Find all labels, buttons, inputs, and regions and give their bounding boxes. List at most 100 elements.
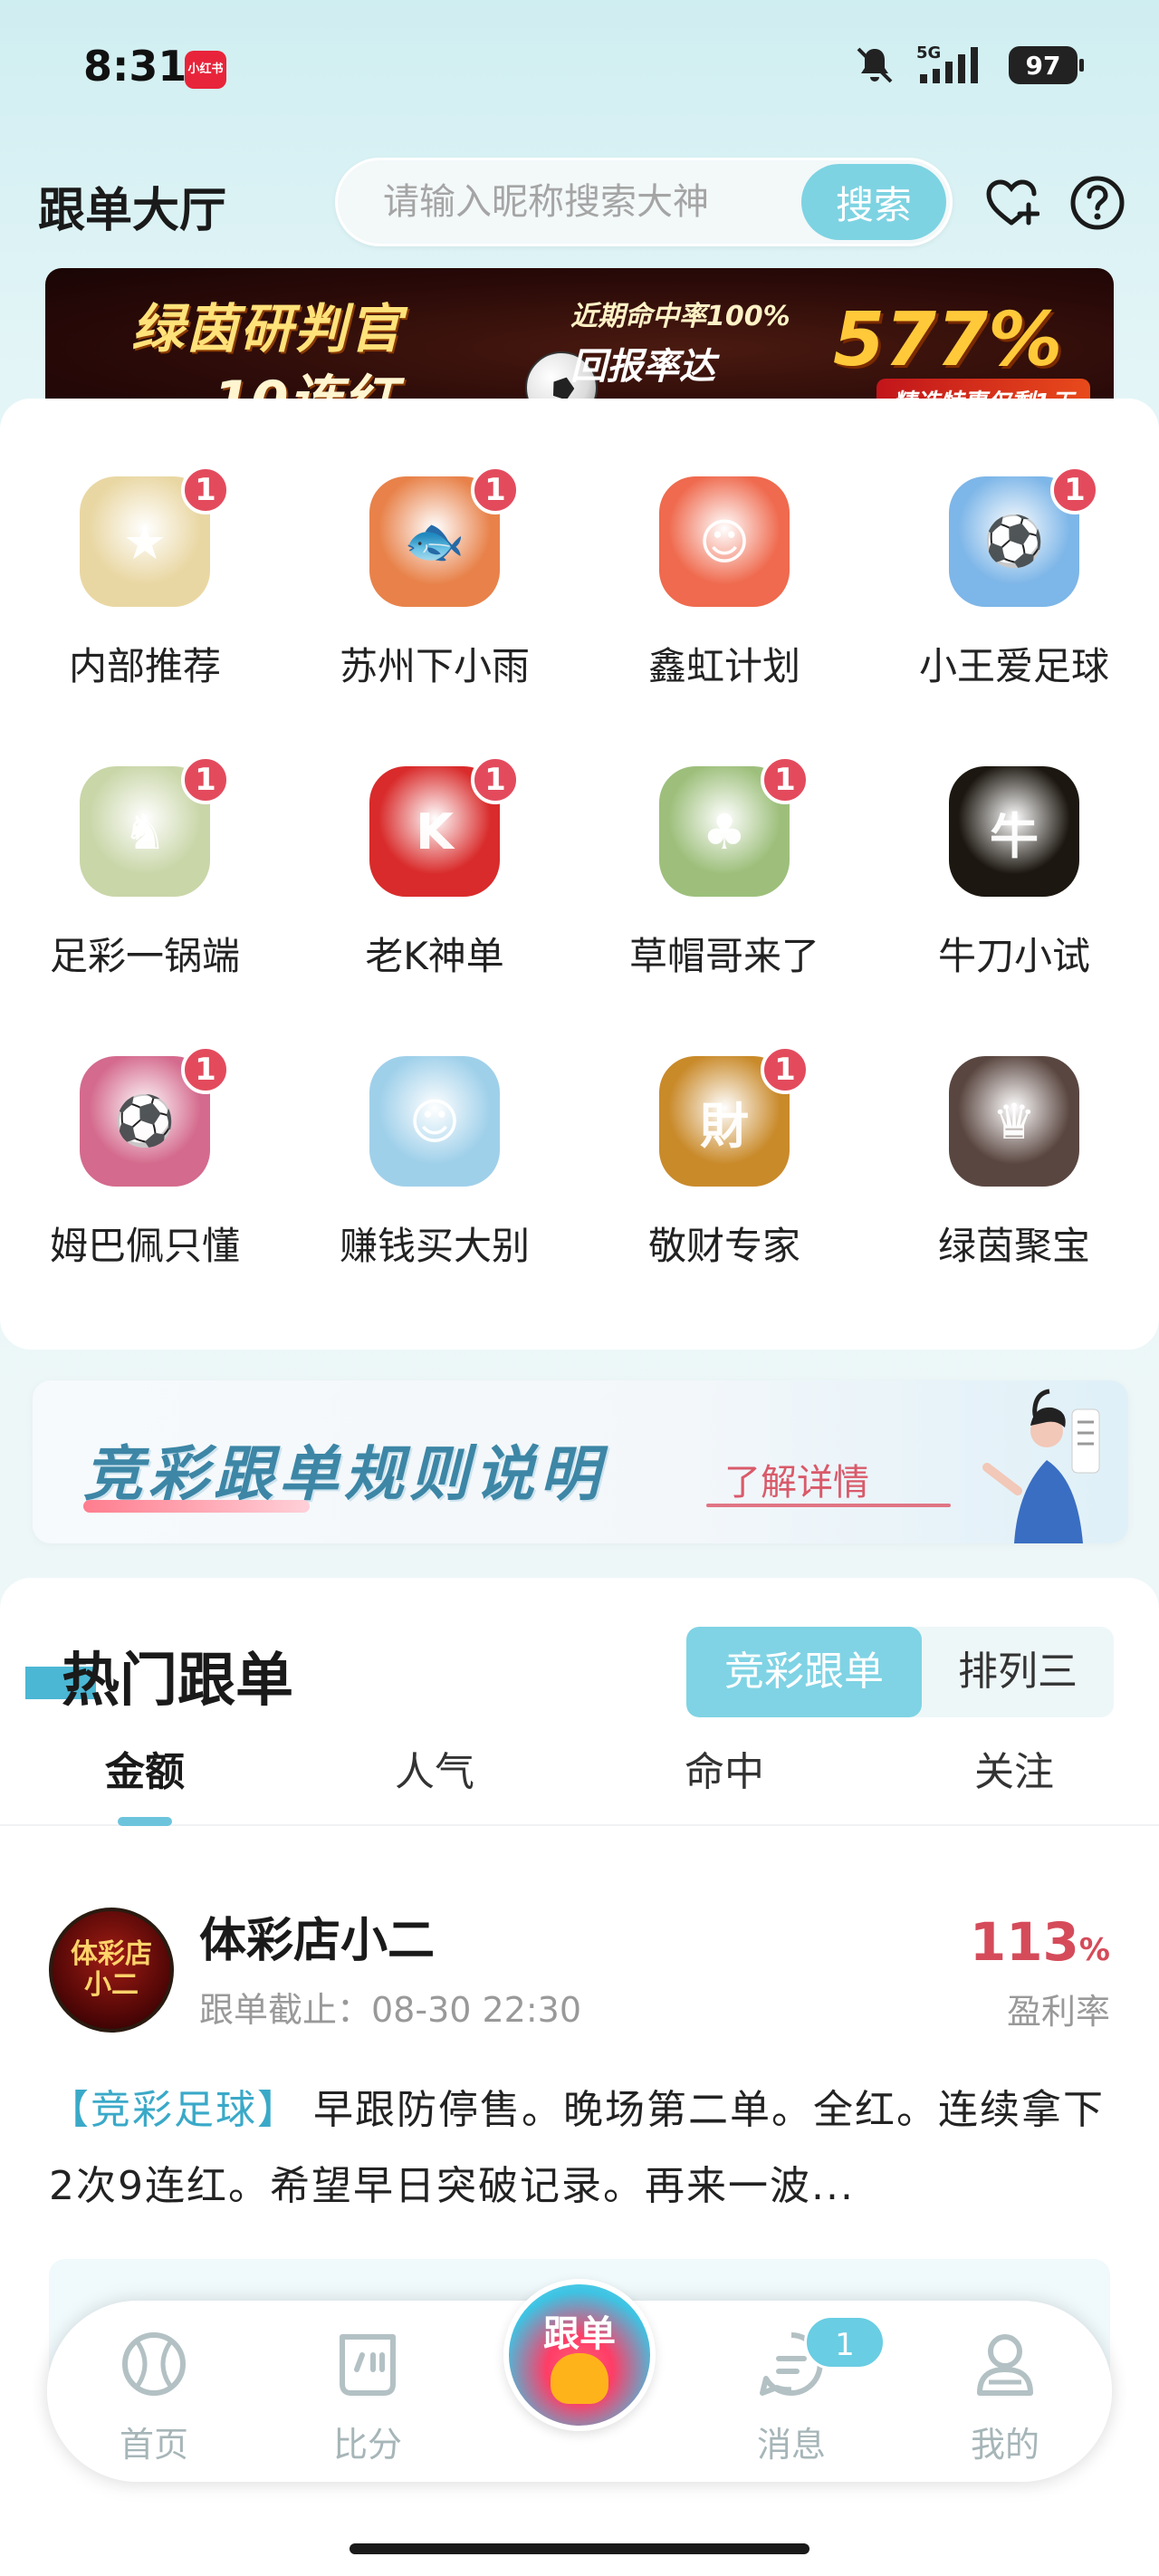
mascot-icon: [551, 2353, 608, 2404]
post-avatar[interactable]: 体彩店 小二: [49, 1908, 174, 2033]
expert-name: 赚钱买大别: [339, 1224, 530, 1268]
tab-hit[interactable]: 命中: [580, 1739, 869, 1797]
switch-jingcai[interactable]: 竞彩跟单: [686, 1627, 922, 1717]
expert-avatar-wrap: 🐟 1: [369, 466, 520, 607]
expert-avatar-wrap: K1: [369, 755, 520, 897]
expert-avatar-wrap: ♞ 1: [80, 755, 230, 897]
expert-name: 老K神单: [365, 934, 504, 978]
unread-badge: 1: [761, 755, 809, 804]
bottom-nav: 首页 比分 跟单 消息 我的 1: [47, 2279, 1112, 2482]
post-deadline: 跟单截止：08-30 22:30: [199, 1990, 582, 2030]
expert-item[interactable]: ★ 1 内部推荐: [0, 399, 290, 688]
expert-name: 足彩一锅端: [49, 934, 240, 978]
expert-name: 草帽哥来了: [628, 934, 819, 978]
unread-badge: 1: [181, 466, 230, 514]
unread-badge: 1: [1050, 466, 1099, 514]
avatar-text-line2: 小二: [84, 1969, 139, 2001]
tab-indicator: [118, 1817, 172, 1826]
expert-avatar-wrap: ♛: [949, 1056, 1079, 1187]
rules-detail-link[interactable]: 了解详情: [724, 1453, 869, 1505]
search-input[interactable]: [383, 160, 763, 244]
expert-item[interactable]: ☺ 鑫虹计划: [580, 399, 869, 688]
rules-link-arrow: [706, 1504, 951, 1507]
experts-grid: ★ 1 内部推荐 🐟 1 苏州下小雨 ☺ 鑫虹计划 ⚽ 1 小王爱足球 ♞ 1 足彩一锅端 K 1 老K神单 ♣ 1…: [0, 399, 1159, 1350]
expert-item[interactable]: ♞ 1 足彩一锅端: [0, 688, 290, 978]
unread-badge: 1: [181, 755, 230, 804]
expert-avatar-wrap: ☺: [659, 476, 790, 607]
promo-percent: 577%: [833, 297, 1063, 383]
post-content: 【竞彩足球】 早跟防停售。晚场第二单。全红。连续拿下2次9连红。希望早日突破记录…: [49, 2072, 1117, 2225]
expert-item[interactable]: 🐟 1 苏州下小雨: [290, 399, 580, 688]
expert-name: 敬财专家: [647, 1224, 800, 1268]
expert-avatar-wrap: ☺: [369, 1056, 500, 1187]
unread-badge: 1: [471, 466, 520, 514]
expert-item[interactable]: 財 1 敬财专家: [580, 978, 869, 1268]
post-rate-value: 113: [969, 1911, 1079, 1973]
message-badge: 1: [804, 2315, 886, 2369]
post-author[interactable]: 体彩店小二: [199, 1902, 435, 1970]
expert-avatar-wrap: ⚽ 1: [80, 1045, 230, 1187]
expert-name: 牛刀小试: [937, 934, 1090, 978]
expert-item[interactable]: ♣ 1 草帽哥来了: [580, 688, 869, 978]
post-rate-unit: %: [1078, 1932, 1110, 1968]
unread-badge: 1: [471, 755, 520, 804]
nav-home-label: 首页: [119, 2425, 188, 2465]
expert-name: 绿茵聚宝: [937, 1224, 1090, 1268]
expert-avatar-wrap: ♣ 1: [659, 755, 809, 897]
expert-name: 姆巴佩只懂: [49, 1224, 240, 1268]
tab-amount[interactable]: 金额: [0, 1739, 290, 1797]
tab-popularity[interactable]: 人气: [290, 1739, 580, 1797]
expert-item[interactable]: ☺ 赚钱买大别: [290, 978, 580, 1268]
tab-follow[interactable]: 关注: [869, 1739, 1159, 1797]
unread-badge: 1: [761, 1045, 809, 1094]
avatar-text-line1: 体彩店: [71, 1938, 152, 1970]
profile-icon: [977, 2334, 1033, 2396]
expert-avatar[interactable]: 牛: [949, 766, 1079, 897]
expert-avatar-icon: 牛: [990, 807, 1039, 865]
expert-item[interactable]: ⚽ 1 小王爱足球: [869, 399, 1159, 688]
expert-item[interactable]: K 1 老K神单: [290, 688, 580, 978]
expert-avatar-wrap: 財1: [659, 1045, 809, 1187]
nav-message-label: 消息: [756, 2425, 826, 2465]
post-tag: 【竞彩足球】: [49, 2087, 299, 2133]
status-time: 8:31: [83, 42, 187, 91]
expert-avatar[interactable]: ♛: [949, 1056, 1079, 1187]
search-box: 搜索: [335, 158, 953, 246]
woman-illustration-icon: [982, 1389, 1100, 1543]
help-icon[interactable]: [1068, 174, 1126, 232]
rules-banner[interactable]: 竞彩跟单规则说明 了解详情: [33, 1380, 1128, 1543]
rules-underline: [83, 1500, 310, 1513]
search-button[interactable]: 搜索: [801, 164, 946, 240]
switch-pailie3[interactable]: 排列三: [922, 1627, 1114, 1717]
basketball-home-icon: [122, 2332, 186, 2396]
expert-item[interactable]: ♛ 绿茵聚宝: [869, 978, 1159, 1268]
score-board-icon: [340, 2334, 396, 2396]
expert-avatar-icon: ♛: [991, 1092, 1037, 1150]
post-rate: 113%: [970, 1911, 1110, 1973]
expert-item[interactable]: ⚽ 1 姆巴佩只懂: [0, 978, 290, 1268]
promo-title: 绿茵研判官: [131, 298, 404, 360]
expert-avatar[interactable]: ☺: [369, 1056, 500, 1187]
nav-follow-order[interactable]: 跟单: [503, 2279, 656, 2431]
expert-name: 鑫虹计划: [647, 644, 800, 688]
expert-name: 内部推荐: [68, 644, 221, 688]
home-indicator: [350, 2543, 809, 2554]
unread-badge: 1: [181, 1045, 230, 1094]
expert-avatar-icon: ☺: [408, 1092, 461, 1150]
header: 跟单大厅 搜索: [0, 152, 1159, 252]
status-bar: 8:31 小红书 5G 97: [0, 0, 1159, 136]
nav-follow-label: 跟单: [543, 2313, 616, 2355]
expert-avatar-icon: ☺: [698, 513, 751, 571]
hot-title: 热门跟单: [62, 1648, 293, 1715]
expert-avatar-wrap: 牛: [949, 766, 1079, 897]
nav-home[interactable]: 首页: [47, 2301, 261, 2482]
nav-score[interactable]: 比分: [261, 2301, 474, 2482]
signal-5g-icon: 5G: [916, 43, 978, 83]
nav-profile[interactable]: 我的: [898, 2301, 1112, 2482]
battery-icon: 97: [1009, 46, 1084, 84]
heart-plus-icon[interactable]: [983, 176, 1039, 232]
expert-item[interactable]: 牛牛刀小试: [869, 688, 1159, 978]
expert-avatar-wrap: ⚽ 1: [949, 466, 1099, 607]
expert-avatar[interactable]: ☺: [659, 476, 790, 607]
nav-score-label: 比分: [332, 2425, 402, 2465]
